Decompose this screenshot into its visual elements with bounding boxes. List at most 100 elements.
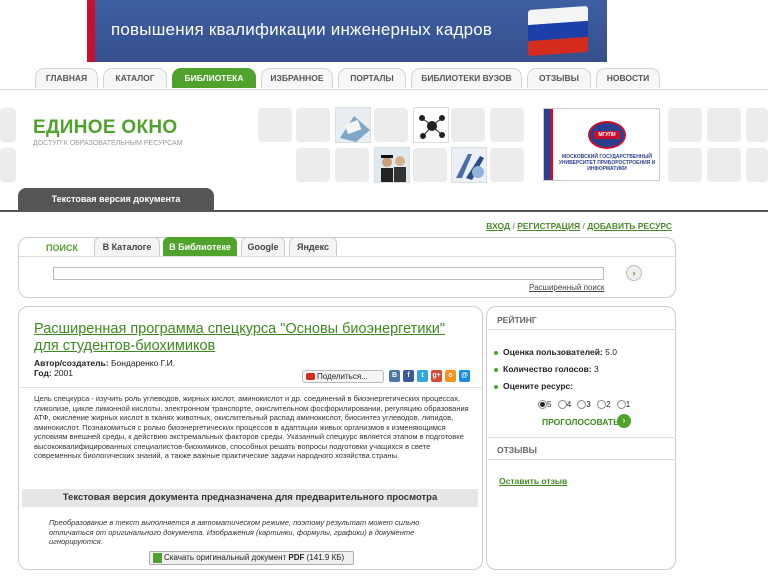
add-resource-link[interactable]: ДОБАВИТЬ РЕСУРС [587,221,672,231]
document-meta: Автор/создатель: Бондаренко Г.И. Год: 20… [34,358,175,378]
rating-divider [488,329,676,330]
decor-square [707,108,741,142]
site-logo-subtitle: ДОСТУП К ОБРАЗОВАТЕЛЬНЫМ РЕСУРСАМ [33,140,183,147]
site-logo[interactable]: ЕДИНОЕ ОКНО [33,117,178,139]
search-tab-library[interactable]: В Библиотеке [163,237,237,257]
user-rating-value: 5.0 [605,347,617,357]
main-nav: ГЛАВНАЯ КАТАЛОГ БИБЛИОТЕКА ИЗБРАННОЕ ПОР… [0,66,768,90]
decor-square [707,148,741,182]
decor-square [335,148,369,182]
nav-item-reviews[interactable]: ОТЗЫВЫ [527,68,591,88]
nav-item-university-libraries[interactable]: БИБЛИОТЕКИ ВУЗОВ [411,68,522,88]
share-icon [306,373,315,380]
banner-red-edge [87,0,95,62]
register-link[interactable]: РЕГИСТРАЦИЯ [517,221,580,231]
rate-resource-row: Оцените ресурс: [494,381,573,391]
rating-divider-2 [488,437,676,438]
decor-square [258,108,292,142]
leave-review-link[interactable]: Оставить отзыв [499,476,567,486]
conversion-note: Преобразование в текст выполняется в авт… [49,518,420,546]
year-label: Год: [34,368,52,378]
uni-emblem-icon: МГУПИ [588,121,626,149]
user-rating-row: Оценка пользователей: 5.0 [494,347,617,357]
google-plus-icon[interactable]: g+ [431,370,442,382]
twitter-icon[interactable]: t [417,370,428,382]
text-version-tab[interactable]: Текстовая версия документа [18,188,214,210]
decor-square [296,148,330,182]
rating-radio-4[interactable] [557,400,567,410]
vote-arrow-icon[interactable]: › [617,414,631,428]
nav-divider [0,89,768,90]
document-divider [20,387,482,388]
russia-flag-icon [528,5,588,57]
nav-item-favorites[interactable]: ИЗБРАННОЕ [261,68,333,88]
document-card: Расширенная программа спецкурса "Основы … [18,306,483,570]
download-icon [153,553,162,563]
decor-square [374,108,408,142]
rating-radio-1[interactable] [616,400,626,410]
bullet-icon [494,367,498,372]
mailru-icon[interactable]: @ [459,370,470,382]
decor-square [0,148,16,182]
rating-radio-2[interactable] [597,400,607,410]
decor-square [490,148,524,182]
decor-square [746,108,768,142]
nav-item-portals[interactable]: ПОРТАЛЫ [338,68,406,88]
search-tab-catalog[interactable]: В Каталоге [94,237,160,257]
nav-item-news[interactable]: НОВОСТИ [596,68,660,88]
login-link[interactable]: ВХОД [486,221,510,231]
search-panel: ПОИСК В Каталоге В Библиотеке Google Янд… [18,237,676,298]
votes-value: 3 [594,364,599,374]
rating-title: РЕЙТИНГ [497,315,537,325]
decor-square [0,108,16,142]
account-links: ВХОД / РЕГИСТРАЦИЯ / ДОБАВИТЬ РЕСУРС [486,221,672,231]
nav-item-catalog[interactable]: КАТАЛОГ [103,68,167,88]
author-value: Бондаренко Г.И. [110,358,176,368]
author-label: Автор/создатель: [34,358,109,368]
reviews-divider [488,459,676,460]
uni-logo-bar-red [550,109,553,180]
decor-square [296,108,330,142]
search-tab-google[interactable]: Google [241,237,285,257]
search-divider [19,256,675,257]
decor-square [746,148,768,182]
year-value: 2001 [54,368,73,378]
share-button[interactable]: Поделиться... [302,370,384,383]
reviews-title: ОТЗЫВЫ [497,445,537,455]
decor-square [413,148,447,182]
facebook-icon[interactable]: f [403,370,414,382]
tab-divider [0,210,768,212]
advanced-search-link[interactable]: Расширенный поиск [529,283,604,292]
bullet-icon [494,384,498,389]
document-title[interactable]: Расширенная программа спецкурса "Основы … [34,321,464,355]
thumb-image-molecule [413,107,449,143]
nav-item-home[interactable]: ГЛАВНАЯ [35,68,98,88]
banner-text: повышения квалификации инженерных кадров [111,20,493,39]
vote-button[interactable]: ПРОГОЛОСОВАТЬ [542,417,619,427]
rating-panel: РЕЙТИНГ Оценка пользователей: 5.0 Количе… [486,306,676,570]
search-input[interactable] [53,267,604,280]
decor-square [668,148,702,182]
rating-options: 5 4 3 2 1 [534,400,630,410]
thumb-image-graduates [374,147,410,183]
download-button[interactable]: Скачать оригинальный документ PDF (141.9… [149,551,354,565]
odnoklassniki-icon[interactable]: o [445,370,456,382]
decor-square [451,108,485,142]
nav-item-library[interactable]: БИБЛИОТЕКА [172,68,256,88]
uni-name: МОСКОВСКИЙ ГОСУДАРСТВЕННЫЙ УНИВЕРСИТЕТ П… [558,154,656,172]
thumb-image-tech [451,147,487,183]
thumb-image-documents [335,107,371,143]
search-label: ПОИСК [46,243,78,253]
rating-radio-5[interactable] [538,400,547,410]
bullet-icon [494,350,498,355]
top-banner[interactable]: повышения квалификации инженерных кадров [87,0,607,62]
document-description: Цель спецкурса - изучить роль углеводов,… [34,394,469,460]
preview-notice: Текстовая версия документа предназначена… [22,489,478,507]
search-tab-yandex[interactable]: Яндекс [289,237,337,257]
search-go-button[interactable]: › [626,265,642,281]
university-logo[interactable]: МГУПИ МОСКОВСКИЙ ГОСУДАРСТВЕННЫЙ УНИВЕРС… [543,108,660,181]
vk-icon[interactable]: В [389,370,400,382]
decor-square [490,108,524,142]
votes-row: Количество голосов: 3 [494,364,599,374]
decor-square [668,108,702,142]
